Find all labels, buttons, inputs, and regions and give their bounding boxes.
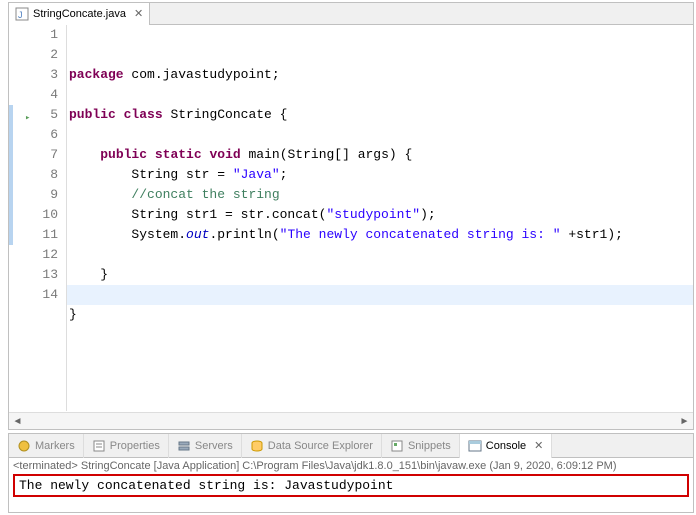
bottom-panel: Markers Properties Servers Data Source Expl… xyxy=(8,433,694,513)
tab-label: Properties xyxy=(110,440,160,452)
code-line[interactable]: } xyxy=(69,305,693,325)
line-number: 7 xyxy=(23,145,58,165)
console-output: The newly concatenated string is: Javast… xyxy=(13,474,689,497)
tab-servers[interactable]: Servers xyxy=(169,434,242,458)
close-icon[interactable]: ✕ xyxy=(534,439,543,452)
close-icon[interactable]: ✕ xyxy=(134,7,143,20)
line-number: 1 xyxy=(23,25,58,45)
tab-label: Servers xyxy=(195,440,233,452)
bottom-tabs: Markers Properties Servers Data Source Expl… xyxy=(9,434,693,458)
scroll-right-icon[interactable]: ► xyxy=(676,413,693,430)
tab-filename: StringConcate.java xyxy=(33,8,126,20)
code-line[interactable]: } xyxy=(69,265,693,285)
code-line[interactable] xyxy=(69,285,693,305)
markers-icon xyxy=(17,439,31,453)
tab-data-source-explorer[interactable]: Data Source Explorer xyxy=(242,434,382,458)
tab-label: Console xyxy=(486,440,526,452)
line-number: 4 xyxy=(23,85,58,105)
line-number: 9 xyxy=(23,185,58,205)
tab-properties[interactable]: Properties xyxy=(84,434,169,458)
editor-tab[interactable]: J StringConcate.java ✕ xyxy=(9,3,150,25)
code-line[interactable]: public class StringConcate { xyxy=(69,105,693,125)
tab-label: Data Source Explorer xyxy=(268,440,373,452)
console-icon xyxy=(468,439,482,453)
tab-bar: J StringConcate.java ✕ xyxy=(9,3,693,25)
code-line[interactable] xyxy=(69,125,693,145)
tab-label: Markers xyxy=(35,440,75,452)
code-line[interactable]: String str = "Java"; xyxy=(69,165,693,185)
line-number-gutter: ▸ 1234567891011121314 xyxy=(23,25,67,411)
snippets-icon xyxy=(390,439,404,453)
line-number: 8 xyxy=(23,165,58,185)
line-number: 10 xyxy=(23,205,58,225)
code-line[interactable] xyxy=(69,245,693,265)
line-number: 3 xyxy=(23,65,58,85)
code-line[interactable] xyxy=(69,325,693,345)
tab-snippets[interactable]: Snippets xyxy=(382,434,460,458)
servers-icon xyxy=(177,439,191,453)
java-file-icon: J xyxy=(15,7,29,21)
line-number: 6 xyxy=(23,125,58,145)
console-body: <terminated> StringConcate [Java Applica… xyxy=(9,458,693,499)
properties-icon xyxy=(92,439,106,453)
code-content[interactable]: package com.javastudypoint; public class … xyxy=(67,25,693,411)
datasource-icon xyxy=(250,439,264,453)
code-line[interactable]: String str1 = str.concat("studypoint"); xyxy=(69,205,693,225)
marker-strip xyxy=(9,25,23,411)
tab-markers[interactable]: Markers xyxy=(9,434,84,458)
line-number: 2 xyxy=(23,45,58,65)
line-number: 12 xyxy=(23,245,58,265)
console-terminated-line: <terminated> StringConcate [Java Applica… xyxy=(13,460,689,472)
tab-console[interactable]: Console ✕ xyxy=(460,434,553,458)
line-number: 13 xyxy=(23,265,58,285)
code-line[interactable]: package com.javastudypoint; xyxy=(69,65,693,85)
svg-text:J: J xyxy=(18,10,23,20)
code-line[interactable]: System.out.println("The newly concatenat… xyxy=(69,225,693,245)
code-line[interactable]: //concat the string xyxy=(69,185,693,205)
tab-label: Snippets xyxy=(408,440,451,452)
code-area[interactable]: ▸ 1234567891011121314 package com.javast… xyxy=(9,25,693,411)
editor-area: J StringConcate.java ✕ ▸ 123456789101112… xyxy=(8,2,694,430)
scroll-left-icon[interactable]: ◄ xyxy=(9,413,26,430)
line-number: 11 xyxy=(23,225,58,245)
code-line[interactable]: public static void main(String[] args) { xyxy=(69,145,693,165)
code-line[interactable] xyxy=(69,85,693,105)
horizontal-scrollbar[interactable]: ◄ ► xyxy=(9,412,693,429)
line-number: 14 xyxy=(23,285,58,305)
